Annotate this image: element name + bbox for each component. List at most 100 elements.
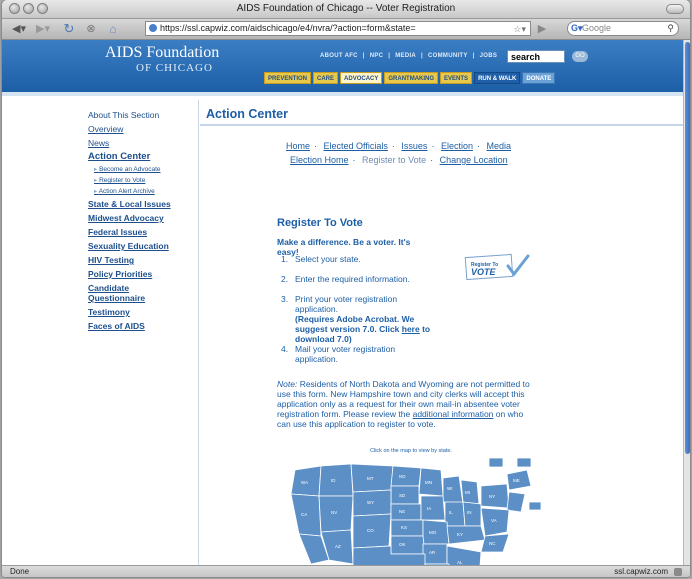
link-media[interactable]: Media: [487, 141, 512, 151]
utility-link-community[interactable]: COMMUNITY: [428, 53, 468, 59]
state-ia[interactable]: [420, 495, 446, 521]
nav-sub-become-advocate[interactable]: Become an Advocate: [94, 165, 196, 174]
link-change-location[interactable]: Change Location: [440, 155, 508, 165]
state-nd[interactable]: [390, 465, 422, 487]
nav-hiv-testing[interactable]: HIV Testing: [88, 255, 196, 265]
link-issues[interactable]: Issues: [401, 141, 427, 151]
state-de[interactable]: [528, 501, 542, 511]
browser-toolbar: ◀▾ ▶▾ ↻ ⊗ ⌂ https://ssl.capwiz.com/aidsc…: [2, 19, 690, 40]
utility-separator: |: [472, 53, 475, 59]
state-ok[interactable]: [390, 535, 426, 555]
reload-icon[interactable]: ↻: [60, 21, 78, 36]
nav-federal-issues[interactable]: Federal Issues: [88, 227, 196, 237]
toolbar-toggle-button[interactable]: [666, 4, 684, 14]
state-nh[interactable]: [516, 457, 532, 468]
link-elected-officials[interactable]: Elected Officials: [324, 141, 388, 151]
state-ms-al-ga[interactable]: [446, 545, 482, 565]
go-arrow-icon[interactable]: ▶: [535, 21, 549, 36]
browser-window: AIDS Foundation of Chicago -- Voter Regi…: [2, 0, 690, 577]
utility-link-media[interactable]: MEDIA: [395, 53, 416, 59]
state-mi[interactable]: [460, 479, 480, 505]
additional-information-link[interactable]: additional information: [413, 409, 494, 419]
state-wi[interactable]: [442, 475, 464, 505]
lock-icon[interactable]: [674, 568, 682, 576]
section-nav: About This Section Overview News Action …: [88, 110, 196, 335]
nav-sub-action-alert-archive[interactable]: Action Alert Archive: [94, 187, 196, 196]
link-election[interactable]: Election: [441, 141, 473, 151]
site-search-go-button[interactable]: GO: [572, 51, 588, 62]
register-heading: Register To Vote: [277, 217, 363, 229]
nav-overview[interactable]: Overview: [88, 124, 196, 134]
forward-button[interactable]: ▶▾: [32, 21, 54, 36]
step-item: 4. Mail your voter registration applicat…: [281, 344, 456, 364]
tab-prevention[interactable]: PREVENTION: [264, 72, 312, 84]
state-ky-tn[interactable]: [446, 525, 486, 545]
magnifier-icon: ⚲: [667, 23, 674, 33]
utility-link-jobs[interactable]: JOBS: [480, 53, 498, 59]
nav-state-local-issues[interactable]: State & Local Issues: [88, 199, 196, 209]
svg-text:AZ: AZ: [335, 544, 341, 549]
svg-text:OK: OK: [399, 542, 406, 547]
tab-grantmaking[interactable]: GRANTMAKING: [384, 72, 439, 84]
google-icon: G▾: [571, 23, 583, 33]
web-page: AIDS Foundation OF CHICAGO ABOUT AFC | N…: [2, 40, 683, 565]
tab-donate[interactable]: DONATE: [522, 72, 556, 84]
site-search-input[interactable]: search: [507, 50, 565, 63]
svg-text:ID: ID: [331, 478, 336, 483]
nav-testimony[interactable]: Testimony: [88, 307, 196, 317]
svg-text:MN: MN: [425, 480, 432, 485]
address-bar[interactable]: https://ssl.capwiz.com/aidschicago/e4/nv…: [145, 21, 531, 36]
nav-policy-priorities[interactable]: Policy Priorities: [88, 269, 196, 279]
state-ne[interactable]: [390, 503, 422, 521]
status-domain: ssl.capwiz.com: [614, 567, 668, 576]
svg-text:MO: MO: [429, 530, 437, 535]
stop-button[interactable]: ⊗: [82, 21, 100, 36]
title-bar: AIDS Foundation of Chicago -- Voter Regi…: [2, 0, 690, 19]
download-here-link[interactable]: here: [402, 324, 420, 334]
nav-sexuality-education[interactable]: Sexuality Education: [88, 241, 196, 251]
column-divider: [198, 100, 199, 565]
register-to-vote-badge[interactable]: Register To VOTE: [464, 252, 532, 282]
home-icon[interactable]: ⌂: [104, 21, 122, 36]
utility-link-npc[interactable]: NPC: [370, 53, 384, 59]
step-number: 1.: [281, 254, 289, 264]
state-in-oh[interactable]: [462, 501, 482, 527]
vertical-scrollbar[interactable]: [683, 40, 690, 565]
utility-link-about[interactable]: ABOUT AFC: [320, 53, 358, 59]
nav-midwest-advocacy[interactable]: Midwest Advocacy: [88, 213, 196, 223]
logo-title[interactable]: AIDS Foundation: [105, 44, 219, 62]
window-title: AIDS Foundation of Chicago -- Voter Regi…: [236, 3, 456, 14]
tab-events[interactable]: EVENTS: [440, 72, 473, 84]
state-il[interactable]: [444, 501, 466, 527]
nav-news[interactable]: News: [88, 138, 196, 148]
scrollbar-thumb[interactable]: [685, 42, 690, 454]
nav-sub-register-to-vote[interactable]: Register to Vote: [94, 176, 196, 185]
svg-text:IN: IN: [467, 510, 472, 515]
nav-candidate-questionnaire[interactable]: Candidate Questionnaire: [88, 283, 148, 303]
status-text: Done: [10, 567, 30, 576]
back-button[interactable]: ◀▾: [8, 21, 30, 36]
link-election-home[interactable]: Election Home: [290, 155, 349, 165]
step-text: Mail your voter registration application…: [295, 344, 396, 364]
nav-about-heading: About This Section: [88, 110, 160, 120]
state-id-mt-west[interactable]: [318, 463, 354, 497]
svg-text:KS: KS: [401, 525, 407, 530]
address-url: https://ssl.capwiz.com/aidschicago/e4/nv…: [160, 23, 416, 33]
svg-text:NE: NE: [399, 509, 405, 514]
state-nj-md[interactable]: [506, 491, 526, 513]
link-home[interactable]: Home: [286, 141, 310, 151]
header-divider: [2, 92, 683, 96]
nav-faces-of-aids[interactable]: Faces of AIDS: [88, 321, 196, 331]
tab-care[interactable]: CARE: [313, 72, 339, 84]
us-state-map[interactable]: WA ID MT ND MN SD WI MI CA NV WY NE IA IL IN NY ME AZ…: [281, 456, 543, 565]
status-bar: Done ssl.capwiz.com: [2, 565, 690, 577]
step-text: Select your state.: [295, 254, 361, 264]
state-shapes[interactable]: [289, 457, 542, 565]
tab-run-walk[interactable]: RUN & WALK: [474, 72, 521, 84]
state-vt[interactable]: [488, 457, 504, 468]
nav-action-center[interactable]: Action Center: [88, 152, 196, 162]
steps-list: 1. Select your state. 2. Enter the requi…: [281, 254, 456, 370]
search-engine-field[interactable]: G▾ Google ⚲: [567, 21, 679, 36]
tab-advocacy[interactable]: ADVOCACY: [340, 72, 383, 84]
bookmark-star-icon[interactable]: ☆▾: [513, 23, 526, 35]
